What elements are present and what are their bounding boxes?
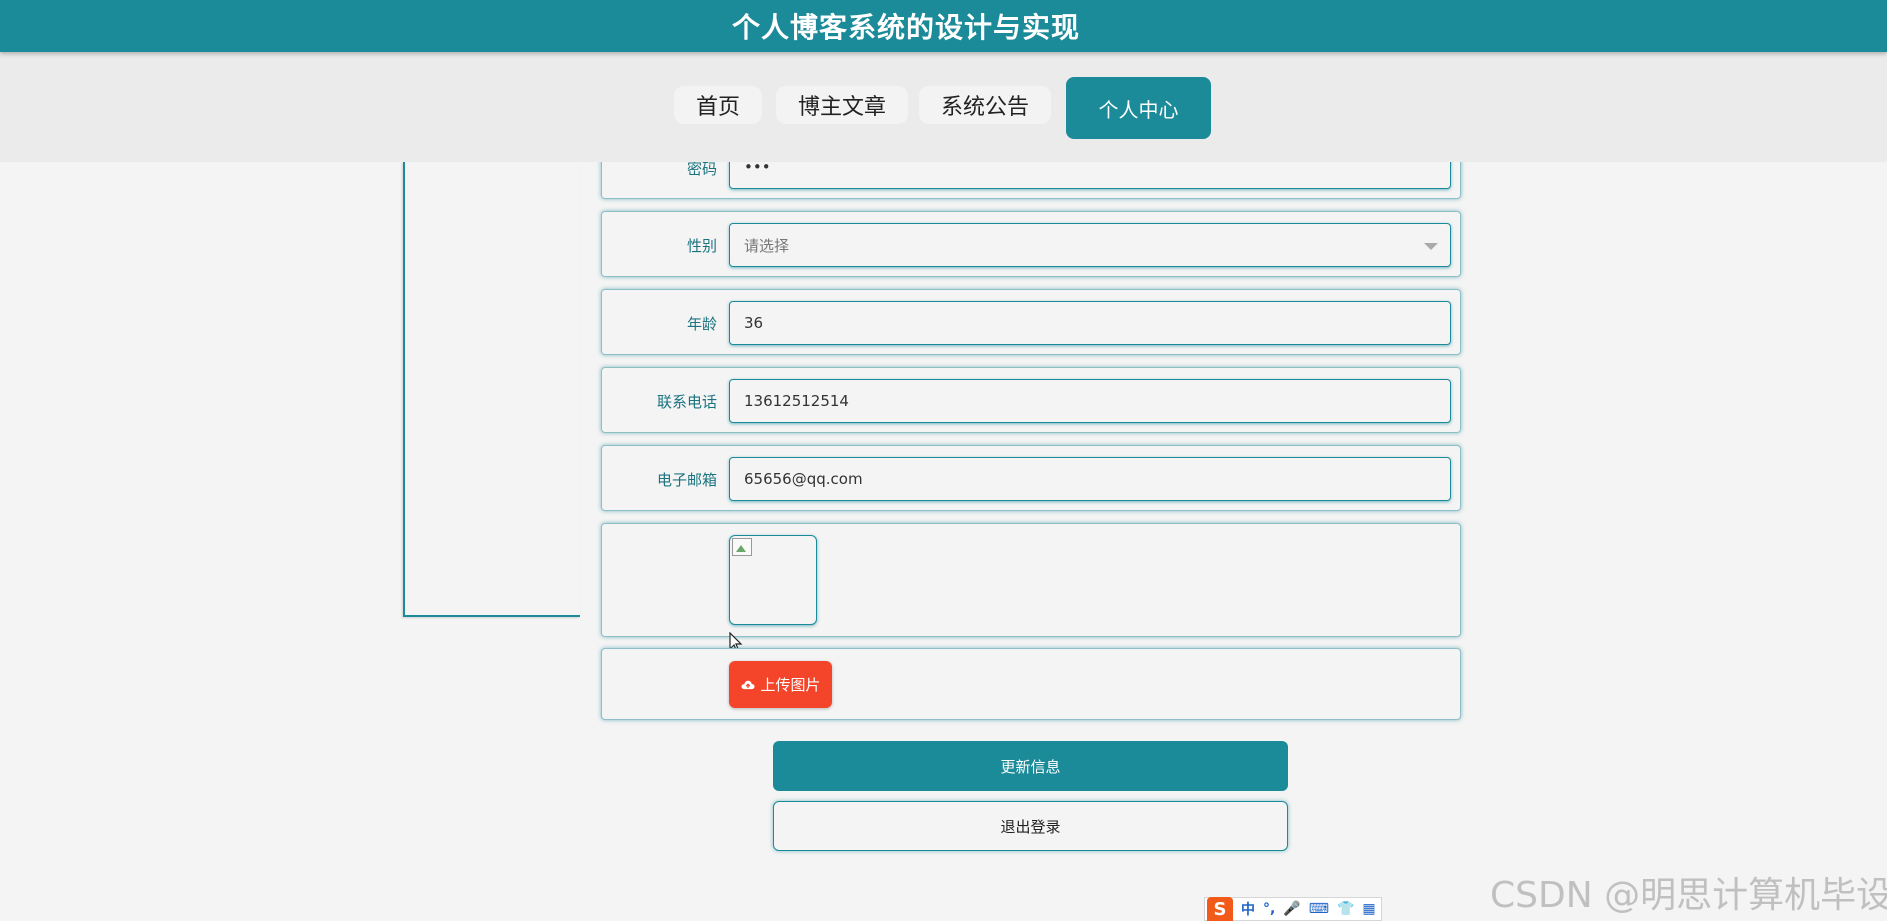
age-field[interactable]: 36 (729, 301, 1451, 345)
ime-microphone-icon[interactable]: 🎤 (1283, 901, 1300, 917)
avatar-row (601, 523, 1461, 637)
ime-toolbox-icon[interactable]: ▦ (1362, 901, 1375, 917)
broken-image-icon (732, 538, 752, 556)
email-field[interactable]: 65656@qq.com (729, 457, 1451, 501)
age-row: 年龄 36 (601, 289, 1461, 355)
ime-skin-icon[interactable]: 👕 (1337, 901, 1354, 917)
top-header: 个人博客系统的设计与实现 (0, 0, 1887, 52)
upload-image-label: 上传图片 (760, 676, 821, 694)
chevron-down-icon (1424, 243, 1438, 250)
gender-label: 性别 (686, 237, 717, 255)
nav-item-announcements[interactable]: 系统公告 (919, 86, 1051, 124)
age-label: 年龄 (686, 315, 717, 333)
logout-button[interactable]: 退出登录 (773, 801, 1288, 851)
nav-bar: 首页 博主文章 系统公告 个人中心 (0, 52, 1887, 162)
gender-select[interactable]: 请选择 (729, 223, 1451, 267)
ime-keyboard-icon[interactable]: ⌨ (1309, 901, 1329, 917)
cloud-upload-icon (741, 680, 755, 690)
nav-item-home[interactable]: 首页 (674, 86, 762, 124)
update-info-button[interactable]: 更新信息 (773, 741, 1288, 791)
phone-row: 联系电话 13612512514 (601, 367, 1461, 433)
email-label: 电子邮箱 (656, 471, 717, 489)
sidebar-panel (403, 162, 580, 617)
nav-item-articles[interactable]: 博主文章 (776, 86, 908, 124)
watermark: CSDN @明思计算机毕设 (1490, 875, 1887, 916)
site-title: 个人博客系统的设计与实现 (732, 11, 1081, 44)
ime-punctuation-icon[interactable]: °, (1263, 901, 1275, 917)
upload-image-button[interactable]: 上传图片 (729, 661, 832, 708)
ime-logo-icon[interactable]: S (1207, 897, 1233, 921)
avatar-image[interactable] (729, 535, 817, 625)
phone-field[interactable]: 13612512514 (729, 379, 1451, 423)
gender-row: 性别 请选择 (601, 211, 1461, 277)
phone-label: 联系电话 (656, 393, 717, 411)
upload-row: 上传图片 (601, 648, 1461, 720)
email-row: 电子邮箱 65656@qq.com (601, 445, 1461, 511)
ime-toolbar: S 中 °, 🎤 ⌨ 👕 ▦ (1204, 897, 1382, 921)
nav-item-personal-center[interactable]: 个人中心 (1066, 77, 1211, 139)
gender-select-placeholder: 请选择 (744, 236, 790, 255)
ime-chinese-mode[interactable]: 中 (1241, 899, 1255, 919)
